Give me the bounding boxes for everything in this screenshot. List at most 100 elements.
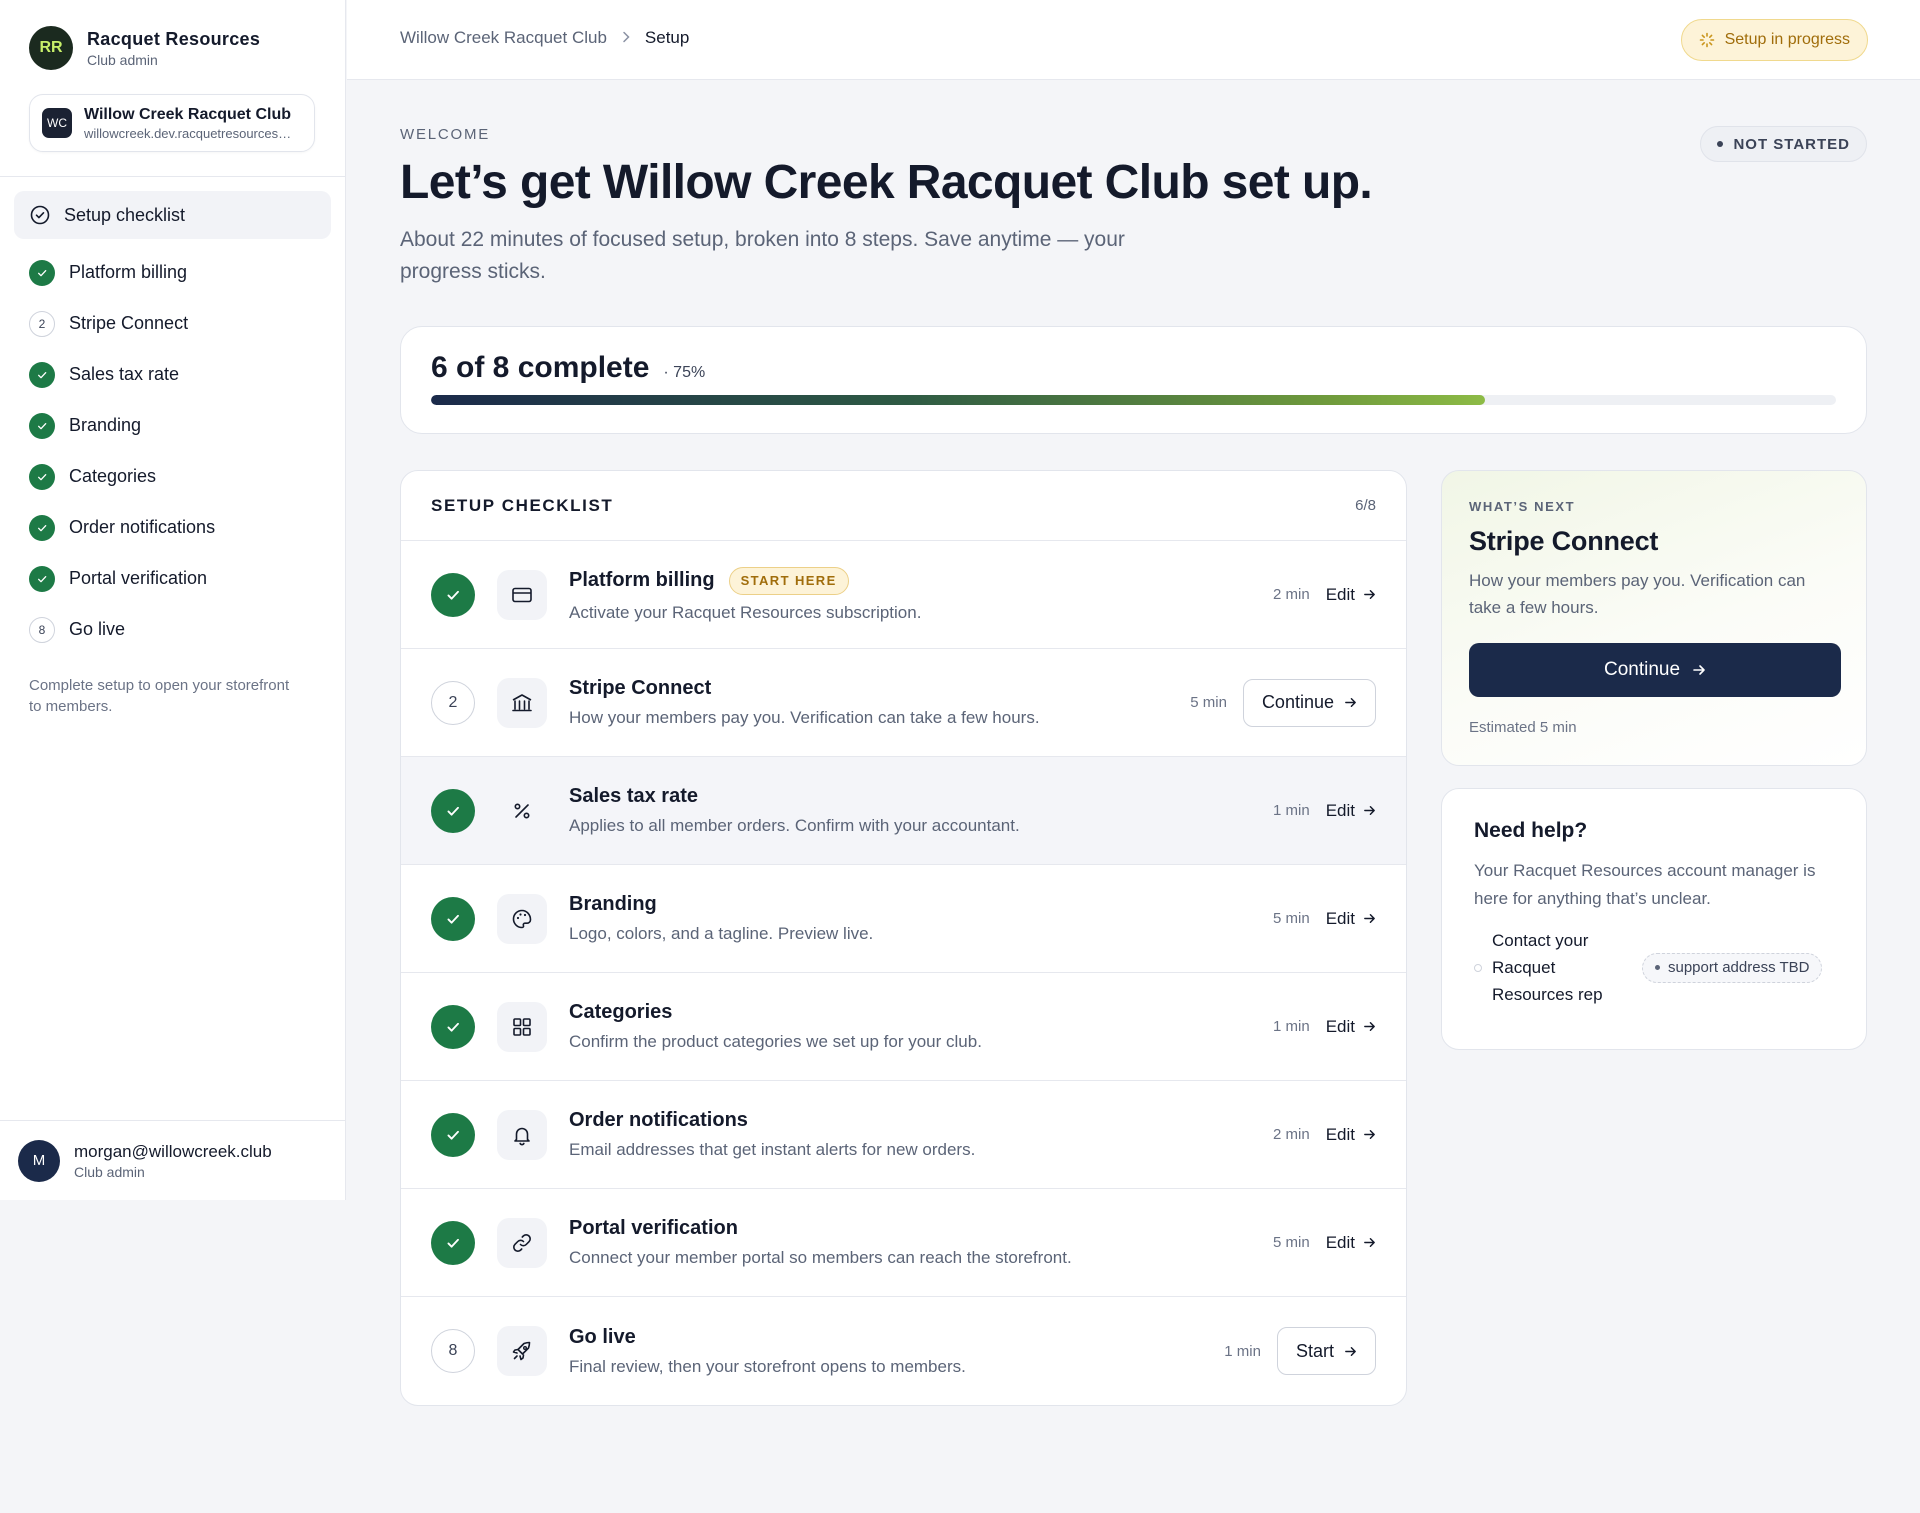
setup-status-badge: Setup in progress: [1680, 19, 1868, 61]
edit-label: Edit: [1325, 584, 1355, 604]
status-badge: NOT STARTED: [1700, 126, 1867, 162]
step-desc: Applies to all member orders. Confirm wi…: [569, 816, 1020, 835]
step-title: Branding: [569, 893, 657, 915]
step-time: 1 min: [1224, 1342, 1261, 1360]
avatar: M: [18, 1139, 60, 1182]
continue-button-label: Continue: [1603, 659, 1681, 680]
page-subtitle: About 22 minutes of focused setup, broke…: [400, 228, 1125, 283]
edit-link[interactable]: Edit: [1326, 585, 1376, 605]
sidebar-item-label: Go live: [69, 619, 126, 639]
checklist-count: 6/8: [1355, 497, 1376, 514]
sidebar-item-label: Sales tax rate: [69, 364, 180, 384]
chevron-right-icon: [621, 30, 631, 46]
step-number: 2: [431, 680, 475, 725]
checklist-row: 8 Go live Final review, then your storefro…: [401, 1297, 1406, 1405]
edit-link[interactable]: Edit: [1326, 801, 1376, 821]
sidebar-item-sales-tax-rate[interactable]: Sales tax rate: [0, 349, 345, 400]
step-time: 2 min: [1273, 586, 1310, 603]
check-icon: [431, 1112, 475, 1157]
percent-icon: [497, 786, 547, 836]
step-desc: Connect your member portal so members ca…: [569, 1248, 1072, 1267]
step-desc: Confirm the product categories we set up…: [569, 1032, 982, 1051]
step-title: Stripe Connect: [569, 677, 712, 699]
step-time: 1 min: [1273, 802, 1310, 819]
step-title: Sales tax rate: [569, 785, 698, 807]
breadcrumb-club-link[interactable]: Willow Creek Racquet Club: [400, 28, 607, 48]
club-name: Willow Creek Racquet Club: [84, 105, 291, 123]
button-label: Start: [1295, 1340, 1334, 1361]
user-role: Club admin: [74, 1163, 145, 1180]
edit-label: Edit: [1325, 1124, 1355, 1144]
arrow-right-icon: [1364, 806, 1375, 815]
start-button[interactable]: Start: [1276, 1327, 1376, 1375]
step-time: 1 min: [1273, 1018, 1310, 1035]
checklist-row: Categories Confirm the product categories…: [401, 973, 1406, 1081]
sidebar-item-platform-billing[interactable]: Platform billing: [0, 247, 345, 298]
sidebar-item-setup-checklist[interactable]: Setup checklist: [14, 191, 331, 239]
arrow-right-icon: [1364, 1022, 1375, 1031]
check-icon: [29, 259, 55, 286]
sidebar-item-portal-verification[interactable]: Portal verification: [0, 553, 345, 604]
sidebar-item-order-notifications[interactable]: Order notifications: [0, 502, 345, 553]
check-icon: [431, 788, 475, 833]
step-title: Portal verification: [569, 1217, 738, 1239]
club-switcher[interactable]: WC Willow Creek Racquet Club willowcreek…: [29, 94, 315, 152]
whats-next-desc: How your members pay you. Verification c…: [1469, 571, 1806, 617]
check-icon: [29, 361, 55, 388]
check-icon: [431, 896, 475, 941]
support-address-pill: support address TBD: [1642, 952, 1823, 983]
step-title: Order notifications: [569, 1109, 748, 1131]
button-label: Continue: [1261, 692, 1334, 712]
bullet-icon: [1474, 963, 1482, 972]
sidebar-item-go-live[interactable]: 8 Go live: [0, 604, 345, 655]
checklist-title: SETUP CHECKLIST: [431, 495, 614, 515]
user-menu[interactable]: M morgan@willowcreek.club Club admin: [0, 1120, 346, 1200]
check-icon: [29, 565, 55, 592]
progress-bar-fill: [431, 395, 1485, 405]
check-icon: [431, 1220, 475, 1265]
continue-button[interactable]: Continue: [1469, 643, 1841, 697]
step-desc: Logo, colors, and a tagline. Preview liv…: [569, 924, 874, 943]
checklist-row: Order notifications Email addresses that …: [401, 1081, 1406, 1189]
sidebar-item-branding[interactable]: Branding: [0, 400, 345, 451]
continue-button[interactable]: Continue: [1242, 678, 1376, 727]
whats-next-eyebrow: WHAT’S NEXT: [1469, 499, 1576, 514]
arrow-right-icon: [1345, 1346, 1356, 1356]
divider: [0, 176, 345, 177]
help-card: Need help? Your Racquet Resources accoun…: [1441, 788, 1867, 1050]
check-icon: [431, 572, 475, 617]
step-number: 8: [29, 616, 55, 643]
edit-label: Edit: [1325, 800, 1355, 820]
breadcrumb-current: Setup: [644, 28, 690, 47]
sidebar-item-label: Categories: [69, 466, 157, 486]
status-text: Setup in progress: [1724, 31, 1850, 48]
user-email: morgan@willowcreek.club: [74, 1141, 272, 1161]
edit-link[interactable]: Edit: [1326, 1233, 1376, 1253]
check-circle-icon: [30, 205, 50, 225]
sidebar-item-label: Setup checklist: [64, 204, 186, 225]
sidebar-steps: Platform billing 2 Stripe Connect Sales tax…: [0, 247, 345, 655]
topbar: Willow Creek Racquet Club Setup Setup in…: [347, 0, 1920, 80]
welcome-eyebrow: WELCOME: [400, 126, 491, 143]
edit-link[interactable]: Edit: [1326, 1017, 1376, 1037]
sidebar-item-categories[interactable]: Categories: [0, 451, 345, 502]
edit-link[interactable]: Edit: [1326, 909, 1376, 929]
edit-label: Edit: [1325, 1016, 1355, 1036]
step-desc: How your members pay you. Verification c…: [569, 708, 1040, 727]
edit-label: Edit: [1325, 1232, 1355, 1252]
edit-link[interactable]: Edit: [1326, 1125, 1376, 1145]
brand-name: Racquet Resources: [87, 28, 261, 49]
brand: RR Racquet Resources Club admin: [0, 0, 345, 70]
progress-title: 6 of 8 complete: [431, 351, 650, 384]
page-title: Let’s get Willow Creek Racquet Club set …: [400, 156, 1373, 209]
sidebar-item-stripe-connect[interactable]: 2 Stripe Connect: [0, 298, 345, 349]
check-icon: [29, 514, 55, 541]
sidebar-item-label: Stripe Connect: [69, 313, 189, 333]
check-icon: [29, 463, 55, 490]
sidebar-item-label: Portal verification: [69, 568, 208, 588]
step-time: 5 min: [1190, 694, 1227, 711]
arrow-right-icon: [1364, 1130, 1375, 1139]
support-address-text: support address TBD: [1668, 959, 1810, 976]
grid-icon: [497, 1001, 547, 1052]
main-content: WELCOME NOT STARTED Let’s get Willow Cre…: [400, 80, 1867, 1406]
